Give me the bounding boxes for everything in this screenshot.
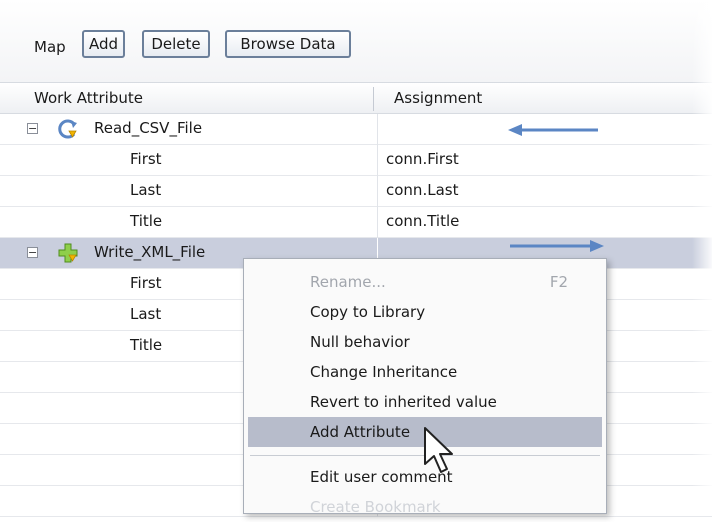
menu-padding — [244, 259, 606, 267]
attribute-name: Title — [130, 212, 163, 230]
edge-fade — [692, 0, 712, 514]
attribute-name: Title — [130, 336, 163, 354]
attribute-name: First — [130, 274, 162, 292]
collapse-toggle-icon[interactable]: − — [27, 123, 38, 134]
menu-item-label: Rename... — [310, 273, 386, 291]
delete-button[interactable]: Delete — [142, 30, 210, 58]
menu-item-label: Copy to Library — [310, 303, 426, 321]
column-divider — [377, 176, 378, 207]
group-name: Read_CSV_File — [94, 119, 203, 137]
arrow-right-icon — [510, 240, 604, 252]
menu-item-label: Null behavior — [310, 333, 410, 351]
assignment-value[interactable]: conn.First — [386, 150, 459, 168]
mouse-pointer-icon — [424, 427, 453, 473]
menu-item-label: Add Attribute — [310, 423, 411, 441]
menu-item-label: Revert to inherited value — [310, 393, 497, 411]
menu-item-change-inheritance[interactable]: Change Inheritance — [244, 357, 606, 387]
table-row[interactable]: First conn.First — [0, 145, 712, 176]
group-name: Write_XML_File — [94, 243, 206, 261]
menu-item-revert-to-inherited-value[interactable]: Revert to inherited value — [244, 387, 606, 417]
menu-item-label: Change Inheritance — [310, 363, 458, 381]
map-label: Map — [34, 38, 66, 56]
attribute-name: Last — [130, 305, 162, 323]
menu-item-null-behavior[interactable]: Null behavior — [244, 327, 606, 357]
column-divider — [377, 207, 378, 238]
write-file-icon — [58, 243, 78, 263]
column-header-assignment[interactable]: Assignment — [394, 89, 482, 107]
column-divider — [377, 145, 378, 176]
table-row[interactable]: Last conn.Last — [0, 176, 712, 207]
toolbar: Map Add Delete Browse Data — [0, 0, 712, 82]
attribute-name: Last — [130, 181, 162, 199]
read-file-icon — [58, 119, 77, 139]
table-row[interactable]: Title conn.Title — [0, 207, 712, 238]
column-header-work-attribute[interactable]: Work Attribute — [34, 89, 143, 107]
table-row-group[interactable]: − Read_CSV_File — [0, 114, 712, 145]
grid-header: Work Attribute Assignment — [0, 82, 712, 114]
assignment-value[interactable]: conn.Title — [386, 212, 459, 230]
menu-item-copy-to-library[interactable]: Copy to Library — [244, 297, 606, 327]
add-button[interactable]: Add — [82, 30, 125, 58]
column-resize-handle[interactable] — [373, 87, 374, 111]
attribute-name: First — [130, 150, 162, 168]
arrow-left-icon — [508, 124, 598, 136]
menu-item-rename: Rename... F2 — [244, 267, 606, 297]
assignment-value[interactable]: conn.Last — [386, 181, 458, 199]
browse-data-button[interactable]: Browse Data — [225, 30, 351, 58]
menu-item-create-bookmark: Create Bookmark — [244, 492, 606, 522]
menu-item-label: Create Bookmark — [310, 498, 441, 516]
collapse-toggle-icon[interactable]: − — [27, 247, 38, 258]
shortcut-label: F2 — [549, 273, 568, 291]
column-divider — [377, 114, 378, 145]
